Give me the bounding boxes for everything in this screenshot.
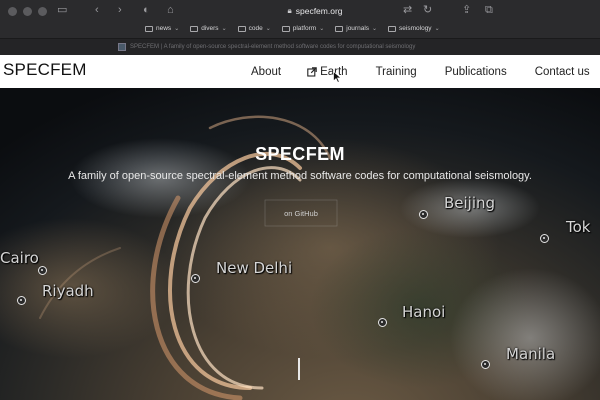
tabs-overview-icon[interactable]: ⧉ (485, 3, 493, 17)
city-marker-icon (17, 296, 26, 305)
favicon-icon (118, 43, 126, 51)
chevron-down-icon: ⌄ (265, 26, 271, 32)
nav-training[interactable]: Training (376, 66, 417, 78)
tab-specfem[interactable]: SPECFEM | A family of open-source spectr… (118, 41, 415, 53)
folder-icon (145, 25, 153, 32)
city-label-tokyo: Tok (566, 218, 591, 236)
nav-publications[interactable]: Publications (445, 66, 507, 78)
folder-icon (388, 25, 397, 32)
city-label-cairo: Cairo (0, 249, 39, 267)
folder-icon (190, 25, 199, 32)
city-label-new-delhi: New Delhi (216, 259, 293, 277)
city-marker-icon (419, 210, 428, 219)
bookmark-code[interactable]: code ⌄ (237, 25, 271, 32)
minimize-window-button[interactable] (23, 7, 32, 16)
bookmark-news[interactable]: news ⌄ (145, 25, 179, 32)
bookmark-label: divers (201, 25, 219, 32)
tab-title: SPECFEM | A family of open-source spectr… (130, 44, 416, 50)
bookmark-label: platform (292, 25, 317, 32)
folder-icon (237, 25, 246, 32)
site-navbar: SPECFEM About Earth Training Publication… (0, 55, 600, 88)
bookmark-label: code (248, 25, 263, 32)
chevron-down-icon: ⌄ (434, 26, 440, 32)
reload-icon[interactable]: ↻ (423, 3, 432, 17)
bookmark-divers[interactable]: divers ⌄ (190, 25, 227, 32)
folder-icon (281, 25, 290, 32)
close-window-button[interactable] (8, 7, 17, 16)
hero-subtitle: A family of open-source spectral-element… (68, 170, 532, 182)
external-link-icon (307, 67, 317, 77)
bookmark-journals[interactable]: journals ⌄ (335, 25, 377, 32)
address-url: specfem.org (295, 5, 343, 16)
city-marker-icon (481, 360, 490, 369)
city-label-riyadh: Riyadh (42, 282, 94, 300)
github-button[interactable]: on GitHub (265, 200, 337, 226)
city-label-manila: Manila (506, 345, 556, 363)
folder-icon (335, 25, 344, 32)
mouse-pointer-icon (333, 71, 342, 83)
bookmark-label: seismology (399, 25, 432, 32)
bookmark-seismology[interactable]: seismology ⌄ (388, 25, 440, 32)
sidebar-toggle-icon[interactable]: ▭ (57, 3, 67, 17)
bookmark-label: news (156, 25, 172, 32)
lock-icon: 🔒︎ (287, 5, 292, 15)
home-icon[interactable]: ⌂ (167, 3, 174, 17)
chevron-down-icon: ⌄ (372, 26, 378, 32)
nav-contact[interactable]: Contact us (535, 66, 590, 78)
chevron-down-icon: ⌄ (221, 26, 227, 32)
back-icon[interactable]: ‹ (95, 3, 99, 17)
bookmark-platform[interactable]: platform ⌄ (281, 25, 325, 32)
extension-icon[interactable]: ◐ (143, 3, 150, 17)
bookmarks-bar: news ⌄ divers ⌄ code ⌄ platform ⌄ journals ⌄ … (145, 25, 440, 32)
nav-links: About Earth Training Publications Contac… (251, 66, 590, 78)
browser-toolbar: ▭ ‹ › ◐ ⌂ 🔒︎ specfem.org ⇄ ↻ ⇪ ⧉ news ⌄ d… (0, 0, 600, 55)
city-marker-icon (378, 318, 387, 327)
share-icon[interactable]: ⇪ (462, 3, 471, 17)
forward-icon[interactable]: › (118, 3, 122, 17)
site-brand[interactable]: SPECFEM (3, 60, 87, 80)
window-controls (8, 7, 47, 16)
text-cursor (298, 358, 300, 380)
city-label-beijing: Beijing (444, 194, 496, 212)
city-marker-icon (191, 274, 200, 283)
translate-icon[interactable]: ⇄ (403, 3, 412, 17)
bookmark-label: journals (346, 25, 370, 32)
hero-section: SPECFEM A family of open-source spectral… (0, 88, 600, 400)
chevron-down-icon: ⌄ (319, 26, 325, 32)
city-label-hanoi: Hanoi (402, 303, 446, 321)
chevron-down-icon: ⌄ (174, 26, 180, 32)
nav-about[interactable]: About (251, 66, 281, 78)
maximize-window-button[interactable] (38, 7, 47, 16)
hero-title: SPECFEM (255, 144, 345, 164)
city-marker-icon (540, 234, 549, 243)
city-marker-icon (38, 266, 47, 275)
tab-strip: SPECFEM | A family of open-source spectr… (0, 38, 600, 55)
